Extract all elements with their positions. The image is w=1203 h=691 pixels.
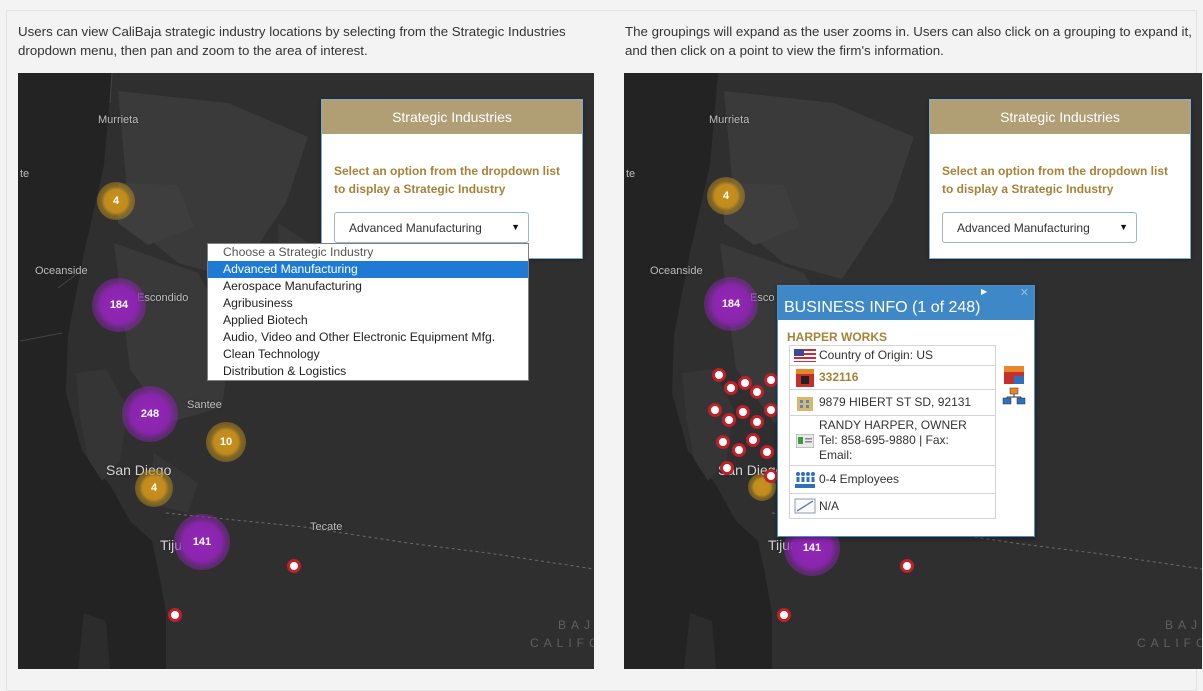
business-point[interactable]	[736, 405, 750, 419]
info-row-country: Country of Origin: US	[790, 346, 995, 366]
close-icon[interactable]: ✕	[1020, 286, 1029, 299]
info-row-contact: RANDY HARPER, OWNER Tel: 858-695-9880 | …	[790, 416, 995, 466]
dropdown-option[interactable]: Distribution & Logistics	[208, 363, 528, 380]
cluster-marker[interactable]: 184	[92, 278, 146, 332]
place-label-tecate: Tecate	[310, 521, 343, 533]
ruler-icon	[790, 498, 819, 514]
popup-header: BUSINESS INFO (1 of 248) ▶ ✕	[778, 286, 1034, 320]
business-address: 9879 HIBERT ST SD, 92131	[819, 395, 972, 409]
dropdown-option[interactable]: Clean Technology	[208, 346, 528, 363]
business-info-table: Country of Origin: US 332116 9879 HIBERT…	[789, 345, 996, 519]
us-flag-icon	[790, 349, 819, 362]
business-point[interactable]	[764, 373, 778, 387]
extra-info: N/A	[819, 498, 840, 513]
place-label-oceanside: Oceanside	[35, 265, 88, 277]
employee-count: 0-4 Employees	[819, 472, 900, 486]
industry-code-icon	[790, 368, 819, 388]
business-name: HARPER WORKS	[787, 330, 888, 344]
business-point[interactable]	[712, 368, 726, 382]
place-label-santee: Santee	[187, 399, 222, 411]
contact-name: RANDY HARPER, OWNER	[819, 418, 967, 432]
info-row-extra: N/A	[790, 494, 995, 518]
triangle-down-icon: ▼	[511, 222, 520, 232]
triangle-down-icon: ▼	[1119, 222, 1128, 232]
place-label-edge: te	[626, 168, 636, 180]
place-label-oceanside: Oceanside	[650, 265, 703, 277]
strategic-industries-panel: Strategic Industries Select an option fr…	[321, 99, 583, 259]
naics-code: 332116	[819, 370, 859, 384]
industry-select[interactable]: Advanced Manufacturing ▼	[942, 212, 1137, 243]
country-of-origin: Country of Origin: US	[819, 348, 934, 362]
business-point[interactable]	[760, 445, 774, 459]
popup-side-icons	[1002, 366, 1026, 413]
business-point[interactable]	[746, 433, 760, 447]
map-right[interactable]: Murrieta te Oceanside Esco San Diego Tij…	[624, 73, 1202, 669]
place-label-edge: te	[20, 168, 30, 180]
business-point[interactable]	[287, 559, 301, 573]
business-point[interactable]	[764, 469, 778, 483]
dropdown-option[interactable]: Audio, Video and Other Electronic Equipm…	[208, 329, 528, 346]
place-label-murrieta: Murrieta	[98, 114, 139, 126]
business-point[interactable]	[720, 461, 734, 475]
employees-icon	[790, 471, 819, 489]
info-row-address: 9879 HIBERT ST SD, 92131	[790, 390, 995, 416]
caption-left: Users can view CaliBaja strategic indust…	[18, 24, 566, 58]
place-label-murrieta: Murrieta	[709, 114, 750, 126]
dropdown-option[interactable]: Choose a Strategic Industry	[208, 244, 528, 261]
contact-phone: Tel: 858-695-9880 | Fax:	[819, 433, 949, 447]
business-info-popup: BUSINESS INFO (1 of 248) ▶ ✕ HARPER WORK…	[777, 285, 1035, 537]
business-point[interactable]	[732, 443, 746, 457]
panel-instruction: Select an option from the dropdown list …	[942, 164, 1169, 196]
contact-email: Email:	[819, 448, 853, 462]
panel-title: Strategic Industries	[322, 100, 582, 134]
industry-dropdown-list[interactable]: Choose a Strategic Industry Advanced Man…	[207, 243, 529, 381]
industry-select-value: Advanced Manufacturing	[349, 220, 482, 235]
business-point[interactable]	[716, 435, 730, 449]
network-icon[interactable]	[1002, 366, 1026, 408]
info-row-naics: 332116	[790, 366, 995, 390]
business-point[interactable]	[777, 608, 791, 622]
cluster-marker[interactable]: 10	[206, 422, 246, 462]
building-icon	[790, 393, 819, 413]
cluster-marker[interactable]: 4	[135, 469, 173, 507]
business-point[interactable]	[764, 403, 778, 417]
strategic-industries-panel: Strategic Industries Select an option fr…	[929, 99, 1191, 259]
cluster-marker[interactable]: 4	[707, 177, 745, 215]
cluster-marker[interactable]: 141	[174, 514, 230, 570]
triangle-right-icon[interactable]: ▶	[981, 287, 987, 296]
business-point[interactable]	[168, 608, 182, 622]
dropdown-option-selected[interactable]: Advanced Manufacturing	[208, 261, 528, 278]
cluster-marker[interactable]: 184	[704, 277, 758, 331]
business-point[interactable]	[900, 559, 914, 573]
business-point[interactable]	[750, 385, 764, 399]
cluster-marker[interactable]: 4	[97, 182, 135, 220]
dropdown-option[interactable]: Agribusiness	[208, 295, 528, 312]
industry-select[interactable]: Advanced Manufacturing ▼	[334, 212, 529, 243]
popup-title: BUSINESS INFO (1 of 248)	[784, 299, 981, 316]
business-point[interactable]	[722, 413, 736, 427]
info-row-employees: 0-4 Employees	[790, 466, 995, 494]
business-point[interactable]	[708, 403, 722, 417]
caption-right: The groupings will expand as the user zo…	[625, 24, 1192, 58]
panel-title: Strategic Industries	[930, 100, 1190, 134]
dropdown-option[interactable]: Applied Biotech	[208, 312, 528, 329]
dropdown-option[interactable]: Aerospace Manufacturing	[208, 278, 528, 295]
region-label-baja: BAJA CALIFO	[1137, 618, 1202, 650]
business-point[interactable]	[724, 381, 738, 395]
region-label-baja: BAJA CALIFO	[530, 618, 594, 650]
industry-select-value: Advanced Manufacturing	[957, 220, 1090, 235]
map-left[interactable]: Murrieta te Oceanside Escondido Santee S…	[18, 73, 594, 669]
panel-instruction: Select an option from the dropdown list …	[334, 164, 561, 196]
cluster-marker[interactable]: 248	[122, 386, 178, 442]
contact-details: RANDY HARPER, OWNER Tel: 858-695-9880 | …	[819, 418, 967, 463]
contact-card-icon	[790, 433, 819, 448]
business-point[interactable]	[750, 415, 764, 429]
